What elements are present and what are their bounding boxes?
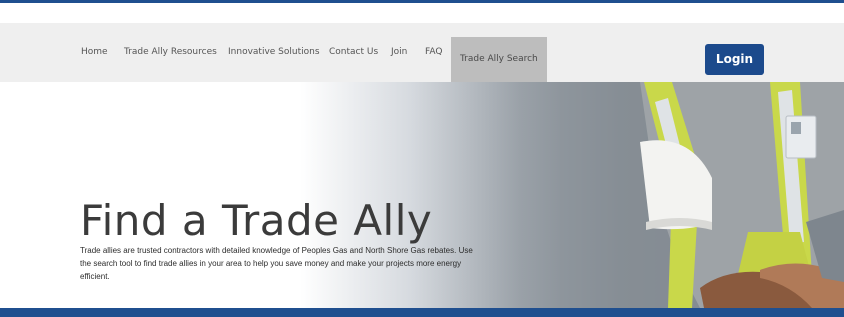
hero-banner: Find a Trade Ally Trade allies are trust… [0, 82, 844, 308]
login-button[interactable]: Login [705, 44, 764, 75]
nav-item-innovative-solutions[interactable]: Innovative Solutions [228, 23, 320, 82]
nav-item-faq[interactable]: FAQ [425, 23, 442, 82]
nav-item-trade-ally-search[interactable]: Trade Ally Search [451, 37, 547, 82]
hero-description: Trade allies are trusted contractors wit… [80, 246, 473, 281]
nav-item-home[interactable]: Home [81, 23, 108, 82]
bottom-accent-bar [0, 308, 844, 317]
nav-item-join[interactable]: Join [391, 23, 407, 82]
top-accent-bar [0, 0, 844, 3]
nav-item-contact-us[interactable]: Contact Us [329, 23, 378, 82]
page-title: Find a Trade Ally [80, 196, 433, 246]
nav-item-trade-ally-resources[interactable]: Trade Ally Resources [124, 23, 217, 82]
